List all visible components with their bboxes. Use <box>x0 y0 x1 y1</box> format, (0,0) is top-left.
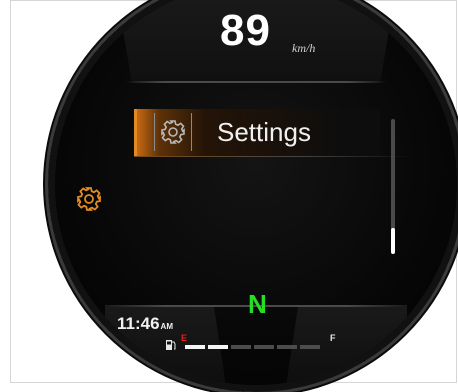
clock-time: 11:46 <box>117 314 160 333</box>
fuel-segment <box>300 345 320 349</box>
fuel-segment <box>277 345 297 349</box>
menu-item-settings-label: Settings <box>217 117 311 147</box>
fuel-gauge <box>185 345 337 351</box>
clock-ampm: AM <box>160 322 173 331</box>
fuel-empty-label: E <box>181 333 188 343</box>
fuel-segment <box>254 345 274 349</box>
speed-readout: 89 <box>220 6 271 55</box>
gear-position-indicator: N <box>248 289 267 319</box>
speed-panel-divider <box>125 81 387 83</box>
screenshot-frame: 89 km/h Settings N 11:46AM E F <box>10 0 458 392</box>
gear-icon <box>161 120 185 144</box>
menu-scrollbar-thumb[interactable] <box>391 228 395 254</box>
side-gear-icon <box>76 186 102 212</box>
dashboard-dial: 89 km/h Settings N 11:46AM E F <box>48 0 458 392</box>
fuel-full-label: F <box>330 333 336 343</box>
settings-gear-icon <box>154 113 192 151</box>
menu-scrollbar-track[interactable] <box>391 119 395 231</box>
fuel-segment <box>231 345 251 349</box>
clock-display: 11:46AM <box>117 315 173 336</box>
fuel-pump-icon <box>165 338 177 350</box>
fuel-segment <box>185 345 205 349</box>
menu-item-underline <box>134 156 414 157</box>
fuel-segment <box>208 345 228 349</box>
speed-unit-label: km/h <box>292 41 316 55</box>
